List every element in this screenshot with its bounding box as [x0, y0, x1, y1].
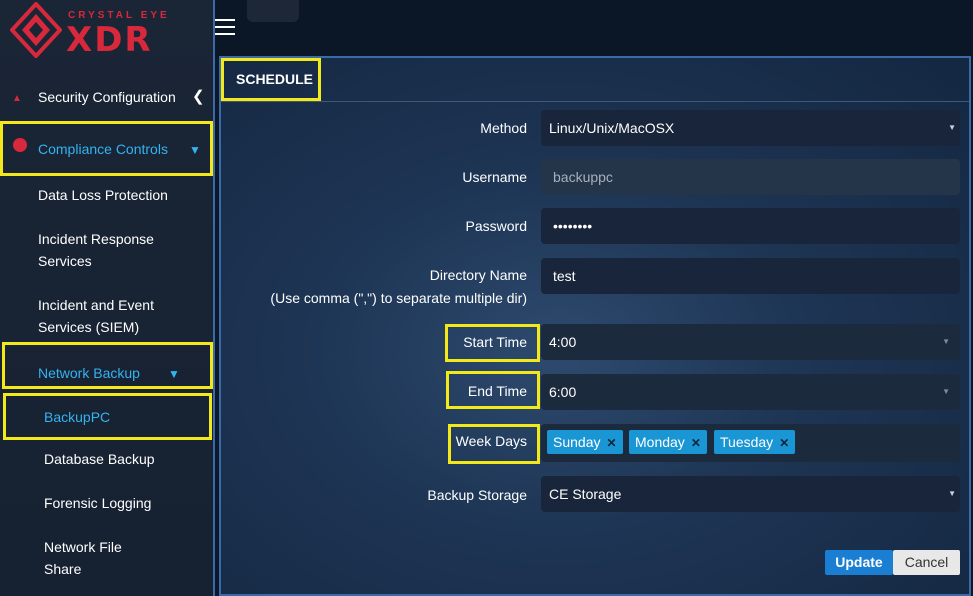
update-button[interactable]: Update [825, 550, 893, 575]
week-days-multiselect[interactable]: Sunday ✕ Monday ✕ Tuesday ✕ [541, 424, 960, 462]
sidebar-item-label: Compliance Controls [38, 141, 168, 157]
password-value: •••••••• [553, 218, 593, 234]
username-field[interactable]: backuppc [541, 159, 960, 195]
sidebar-item-label: Forensic Logging [44, 495, 152, 511]
password-field[interactable]: •••••••• [541, 208, 960, 244]
sidebar-item-security-configuration[interactable]: ▲ Security Configuration ❮ [0, 86, 213, 110]
tag-tuesday: Tuesday ✕ [714, 430, 796, 454]
start-time-select[interactable]: 4:00 ▼ [541, 324, 960, 360]
backup-storage-label: Backup Storage [427, 487, 527, 503]
directory-hint: (Use comma (",") to separate multiple di… [270, 290, 527, 306]
username-placeholder: backuppc [553, 169, 613, 185]
method-value: Linux/Unix/MacOSX [549, 120, 675, 136]
method-select[interactable]: Linux/Unix/MacOSX ▼ [541, 110, 960, 146]
sidebar-item-compliance-controls[interactable]: Compliance Controls ▼ [0, 121, 213, 176]
sidebar-item-label-line2: Services [38, 253, 92, 269]
start-time-value: 4:00 [549, 334, 577, 350]
crystal-eye-logo-icon [10, 2, 62, 58]
directory-label: Directory Name [429, 267, 527, 283]
schedule-panel: SCHEDULE Method Linux/Unix/MacOSX ▼ User… [219, 56, 971, 596]
logo-title: XDR [66, 20, 153, 60]
tag-label: Tuesday [720, 434, 774, 450]
sidebar-item-label: Network File [44, 539, 122, 555]
caret-down-icon: ▼ [942, 337, 950, 346]
directory-value: test [553, 268, 576, 284]
sidebar-item-label: Incident Response [38, 231, 154, 247]
backup-storage-select[interactable]: CE Storage ▼ [541, 476, 960, 512]
sidebar-item-label: Security Configuration [38, 89, 176, 105]
top-bar [215, 0, 973, 56]
close-icon[interactable]: ✕ [779, 436, 789, 450]
caret-down-icon: ▼ [948, 123, 956, 132]
tag-monday: Monday ✕ [629, 430, 707, 454]
sidebar-item-label: Database Backup [44, 451, 155, 467]
tag-label: Monday [635, 434, 685, 450]
password-label: Password [465, 218, 527, 234]
start-time-label: Start Time [463, 334, 527, 350]
backup-storage-value: CE Storage [549, 486, 622, 502]
triangle-icon: ▲ [12, 93, 22, 104]
sidebar-item-incident-response[interactable]: Incident Response Services [0, 228, 213, 272]
chevron-left-icon: ❮ [192, 88, 205, 105]
sidebar: CRYSTAL EYE XDR ▲ Security Configuration… [0, 0, 215, 596]
crystal-eye-logo[interactable]: CRYSTAL EYE XDR [8, 2, 208, 60]
sidebar-item-data-loss-protection[interactable]: Data Loss Protection [0, 184, 213, 206]
username-label: Username [462, 169, 527, 185]
sidebar-item-label-line2: Share [44, 561, 82, 577]
panel-title: SCHEDULE [221, 58, 321, 101]
caret-down-icon: ▼ [942, 387, 950, 396]
tag-label: Sunday [553, 434, 601, 450]
sidebar-item-label-line2: Services (SIEM) [38, 319, 140, 335]
method-label: Method [480, 120, 527, 136]
hamburger-menu-icon[interactable] [215, 19, 235, 35]
sidebar-item-database-backup[interactable]: Database Backup [0, 448, 213, 470]
chevron-down-icon: ▼ [168, 367, 180, 381]
sidebar-item-network-backup[interactable]: Network Backup ▼ [2, 342, 213, 389]
panel-header: SCHEDULE [221, 58, 969, 102]
sidebar-item-network-file-share[interactable]: Network File Share [0, 536, 213, 580]
sidebar-item-label: Network Backup [38, 365, 140, 381]
sidebar-item-siem[interactable]: Incident and Event Services (SIEM) [0, 294, 213, 338]
caret-down-icon: ▼ [948, 489, 956, 498]
sidebar-item-forensic-logging[interactable]: Forensic Logging [0, 492, 213, 514]
avatar[interactable] [247, 0, 299, 22]
close-icon[interactable]: ✕ [606, 436, 616, 450]
close-icon[interactable]: ✕ [691, 436, 701, 450]
sidebar-item-label: Data Loss Protection [38, 187, 168, 203]
sidebar-item-label: Incident and Event [38, 297, 154, 313]
chevron-down-icon: ▼ [189, 143, 201, 157]
sidebar-item-label: BackupPC [44, 409, 111, 425]
tag-sunday: Sunday ✕ [547, 430, 623, 454]
directory-field[interactable]: test [541, 258, 960, 294]
end-time-select[interactable]: 6:00 ▼ [541, 374, 960, 410]
sidebar-item-backuppc[interactable]: BackupPC [3, 393, 212, 440]
end-time-value: 6:00 [549, 384, 577, 400]
circle-icon [13, 138, 27, 152]
week-days-label: Week Days [455, 433, 527, 449]
cancel-button[interactable]: Cancel [893, 550, 960, 575]
end-time-label: End Time [467, 383, 527, 399]
